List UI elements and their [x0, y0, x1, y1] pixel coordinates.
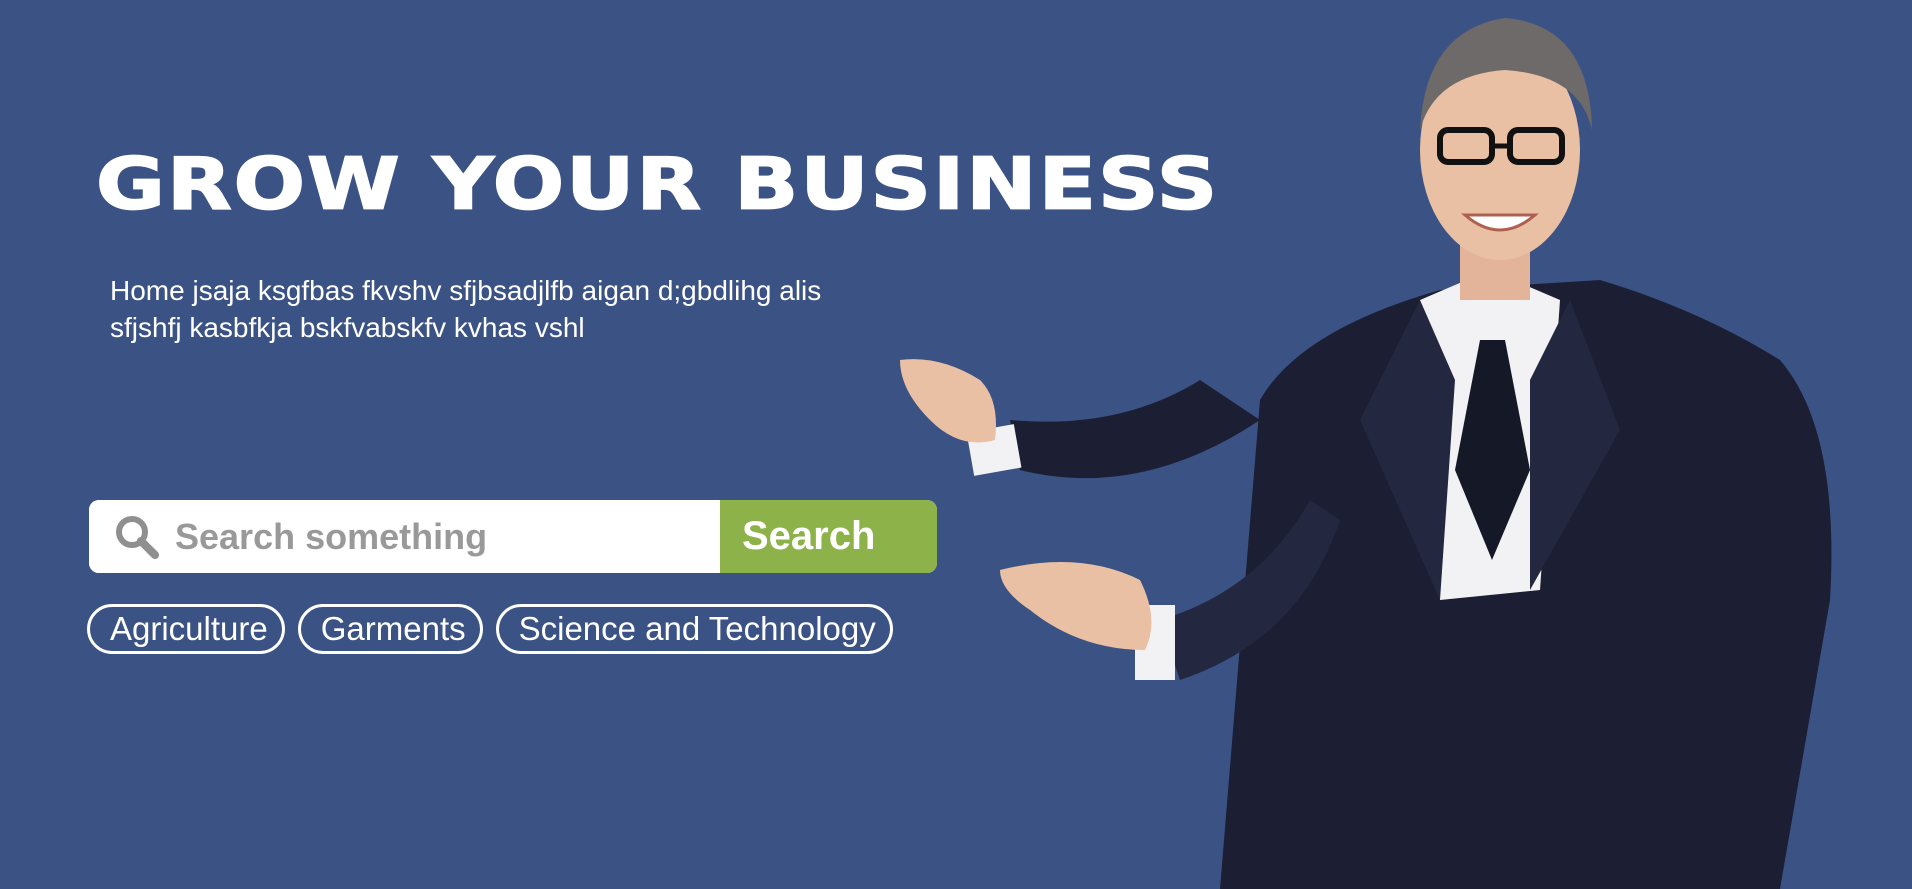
category-tag-agriculture[interactable]: Agriculture — [87, 604, 285, 654]
arm-upper — [1010, 380, 1260, 479]
hero-banner: GROW YOUR BUSINESS Home jsaja ksgfbas fk… — [0, 0, 1912, 889]
hero-description-line-1: Home jsaja ksgfbas fkvshv sfjbsadjlfb ai… — [110, 275, 822, 306]
hero-description: Home jsaja ksgfbas fkvshv sfjbsadjlfb ai… — [110, 272, 930, 346]
search-bar: Search — [89, 500, 937, 573]
hand-upper — [900, 359, 996, 443]
search-icon — [113, 513, 161, 561]
category-tag-science-and-technology[interactable]: Science and Technology — [495, 604, 893, 654]
search-input[interactable] — [173, 514, 617, 559]
businessman-image — [900, 18, 1832, 889]
hero-description-line-2: sfjshfj kasbfkja bskfvabskfv kvhas vshl — [110, 312, 585, 343]
category-tags: Agriculture Garments Science and Technol… — [87, 604, 893, 654]
hand-lower — [1000, 562, 1152, 650]
search-field[interactable] — [89, 500, 720, 573]
category-tag-garments[interactable]: Garments — [297, 604, 483, 654]
